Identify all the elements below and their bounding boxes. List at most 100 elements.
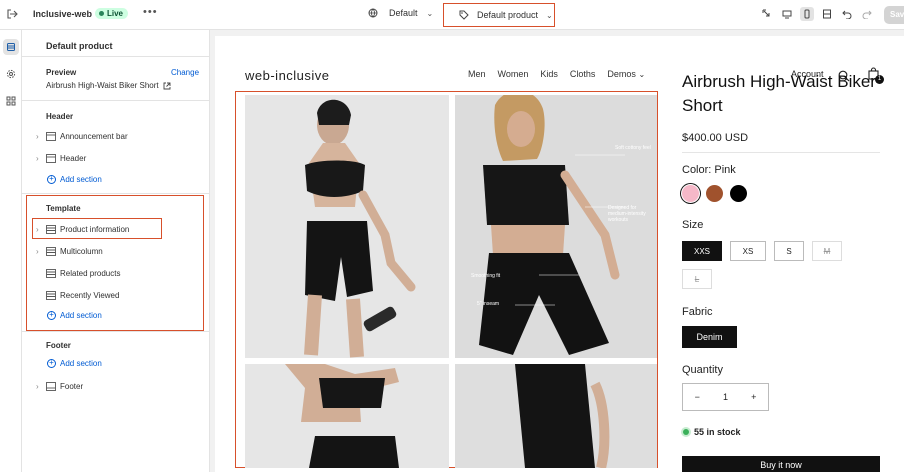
- store-nav: Men Women Kids Cloths Demos ⌄: [468, 69, 645, 79]
- fullscreen-view-icon[interactable]: [820, 7, 834, 21]
- chevron-down-icon: ⌄: [426, 8, 434, 18]
- more-actions-button[interactable]: •••: [143, 6, 158, 18]
- size-option-xxs[interactable]: XXS: [682, 241, 722, 261]
- stock-text: 55 in stock: [694, 427, 741, 437]
- add-section-label: Add section: [60, 175, 102, 184]
- add-footer-section-button[interactable]: + Add section: [47, 359, 102, 368]
- sidebar-item-label: Announcement bar: [60, 131, 128, 141]
- add-section-label: Add section: [60, 359, 102, 368]
- nav-item-demos[interactable]: Demos ⌄: [607, 69, 645, 79]
- store-logo[interactable]: web-inclusive: [245, 68, 330, 83]
- size-option-xs[interactable]: XS: [730, 241, 766, 261]
- minus-icon[interactable]: −: [695, 392, 700, 402]
- size-option-l[interactable]: L: [682, 269, 712, 289]
- buy-now-button[interactable]: Buy it now: [682, 456, 880, 472]
- settings-gear-icon[interactable]: [3, 66, 19, 82]
- product-gallery: Soft cottony feel Designed for medium-in…: [235, 91, 658, 468]
- color-swatch-pink[interactable]: [682, 185, 699, 202]
- live-badge: Live: [95, 8, 129, 19]
- template-label: Default product: [477, 10, 539, 20]
- fabric-label: Fabric: [682, 306, 713, 318]
- product-title-line: Short: [682, 96, 723, 115]
- chevron-right-icon[interactable]: ›: [36, 154, 46, 163]
- template-selector[interactable]: Default product ⌄: [443, 3, 555, 27]
- section-icon: [46, 381, 56, 391]
- preview-product-name: Airbrush High-Waist Biker Short: [46, 81, 159, 90]
- plus-circle-icon: +: [47, 359, 56, 368]
- sidebar-item-announcement-bar[interactable]: › Announcement bar: [36, 129, 128, 143]
- tag-icon: [459, 10, 469, 20]
- footer-group-heading: Footer: [46, 341, 71, 350]
- section-icon: [46, 153, 56, 163]
- sidebar-item-label: Header: [60, 153, 87, 163]
- preview-heading: Preview: [46, 68, 77, 77]
- photo-note: Designed for medium-intensity workouts: [608, 205, 646, 223]
- sidebar-title: Default product: [46, 41, 113, 51]
- product-photo-3[interactable]: [245, 364, 449, 468]
- product-price: $400.00 USD: [682, 132, 749, 144]
- undo-icon[interactable]: [840, 7, 854, 21]
- sidebar-item-header[interactable]: › Header: [36, 151, 86, 165]
- nav-item-cloths[interactable]: Cloths: [570, 69, 596, 79]
- nav-item-label: Demos: [607, 69, 636, 79]
- plus-icon[interactable]: +: [751, 392, 756, 402]
- globe-icon: [368, 8, 378, 18]
- product-photo-2[interactable]: Soft cottony feel Designed for medium-in…: [455, 95, 657, 358]
- in-stock-dot-icon: [683, 429, 689, 435]
- sidebar-item-footer[interactable]: › Footer: [36, 379, 83, 393]
- external-link-icon: [163, 82, 171, 89]
- nav-item-kids[interactable]: Kids: [540, 69, 558, 79]
- size-option-s[interactable]: S: [774, 241, 804, 261]
- inspector-icon[interactable]: [760, 7, 774, 21]
- product-title: Airbrush High-Waist Biker Short: [682, 72, 892, 118]
- divider: [22, 100, 210, 101]
- exit-icon[interactable]: [6, 8, 18, 20]
- store-name: Inclusive-web: [33, 9, 93, 19]
- quantity-stepper[interactable]: − 1 +: [682, 383, 769, 411]
- mobile-view-icon[interactable]: [800, 7, 814, 21]
- chevron-down-icon: ⌄: [546, 10, 553, 20]
- add-header-section-button[interactable]: + Add section: [47, 175, 102, 184]
- divider: [22, 193, 210, 194]
- quantity-label: Quantity: [682, 364, 723, 376]
- photo-note: Soft cottony feel: [615, 145, 651, 151]
- product-information-highlight: [32, 218, 162, 239]
- theme-label: Default: [389, 8, 418, 18]
- apps-icon[interactable]: [3, 93, 19, 109]
- preview-product[interactable]: Airbrush High-Waist Biker Short: [46, 81, 171, 90]
- chevron-right-icon[interactable]: ›: [36, 132, 46, 141]
- color-swatch-black[interactable]: [730, 185, 747, 202]
- viewport-controls: [760, 7, 874, 21]
- preview-canvas: web-inclusive Men Women Kids Cloths Demo…: [215, 36, 904, 472]
- sidebar-item-label: Footer: [60, 381, 84, 391]
- theme-selector[interactable]: Default ⌄: [368, 8, 433, 18]
- chevron-right-icon[interactable]: ›: [36, 382, 46, 391]
- chevron-down-icon: ⌄: [638, 70, 646, 79]
- plus-circle-icon: +: [47, 175, 56, 184]
- divider: [22, 331, 210, 332]
- save-button[interactable]: Save: [884, 6, 904, 24]
- editor-rail: [0, 30, 22, 472]
- desktop-view-icon[interactable]: [780, 7, 794, 21]
- section-icon: [46, 131, 56, 141]
- photo-note: 5" inseam: [477, 301, 500, 307]
- live-dot-icon: [99, 11, 104, 16]
- color-swatch-brown[interactable]: [706, 185, 723, 202]
- change-preview-link[interactable]: Change: [171, 68, 199, 77]
- redo-icon[interactable]: [860, 7, 874, 21]
- product-photo-4[interactable]: [455, 364, 657, 468]
- nav-item-women[interactable]: Women: [498, 69, 529, 79]
- header-group-heading: Header: [46, 112, 74, 121]
- color-label: Color: Pink: [682, 164, 736, 176]
- divider: [22, 56, 210, 57]
- divider: [682, 152, 880, 153]
- nav-item-men[interactable]: Men: [468, 69, 486, 79]
- size-option-m[interactable]: M: [812, 241, 842, 261]
- size-label: Size: [682, 219, 704, 231]
- live-badge-label: Live: [107, 9, 124, 18]
- stock-status: 55 in stock: [683, 427, 741, 437]
- product-title-line: Airbrush High-Waist Biker: [682, 72, 876, 91]
- product-photo-1[interactable]: [245, 95, 449, 358]
- fabric-option-denim[interactable]: Denim: [682, 326, 737, 348]
- sections-icon[interactable]: [3, 39, 19, 55]
